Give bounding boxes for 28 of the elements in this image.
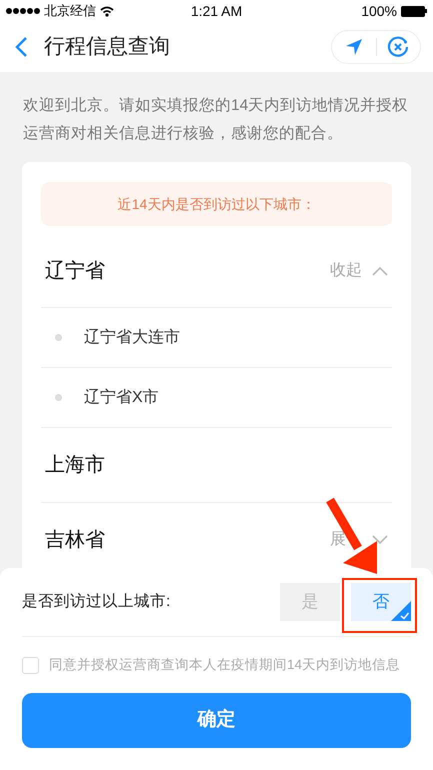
- battery-icon: [401, 6, 427, 16]
- carrier-name: 北京经信: [44, 2, 96, 20]
- consent-text: 同意并授权运营商查询本人在疫情期间14天内到访地信息: [49, 656, 400, 674]
- option-button[interactable]: 否: [351, 583, 411, 621]
- bullet-icon: [55, 334, 62, 341]
- intro-text: 欢迎到北京。请如实填报您的14天内到访地情况并授权运营商对相关信息进行核验，感谢您的配合。: [23, 96, 410, 144]
- province-name: 上海市: [45, 453, 106, 478]
- wifi-icon: [100, 6, 114, 16]
- city-name: 辽宁省大连市: [84, 328, 180, 348]
- page-title: 行程信息查询: [44, 34, 171, 60]
- notice-banner: 近14天内是否到访过以下城市：: [41, 182, 392, 226]
- consent-checkbox[interactable]: [22, 656, 39, 674]
- province-name: 辽宁省: [45, 258, 106, 284]
- expand-toggle[interactable]: 收起: [330, 258, 388, 282]
- question-label: 是否到访过以上城市:: [22, 592, 172, 612]
- signal-icon: [6, 8, 40, 14]
- navigation-arrow-icon: [344, 38, 363, 56]
- chevron-left-icon: [14, 36, 28, 58]
- city-name: 辽宁省X市: [84, 388, 159, 408]
- back-button[interactable]: [14, 35, 30, 59]
- bullet-icon: [55, 394, 62, 401]
- status-time: 1:21 AM: [190, 2, 244, 20]
- confirm-button[interactable]: 确定: [22, 693, 411, 748]
- expand-toggle[interactable]: 展: [330, 528, 388, 552]
- close-icon: [387, 36, 410, 58]
- check-corner-icon: [391, 601, 411, 621]
- province-name: 吉林省: [45, 528, 106, 553]
- battery-percent: 100%: [361, 2, 397, 20]
